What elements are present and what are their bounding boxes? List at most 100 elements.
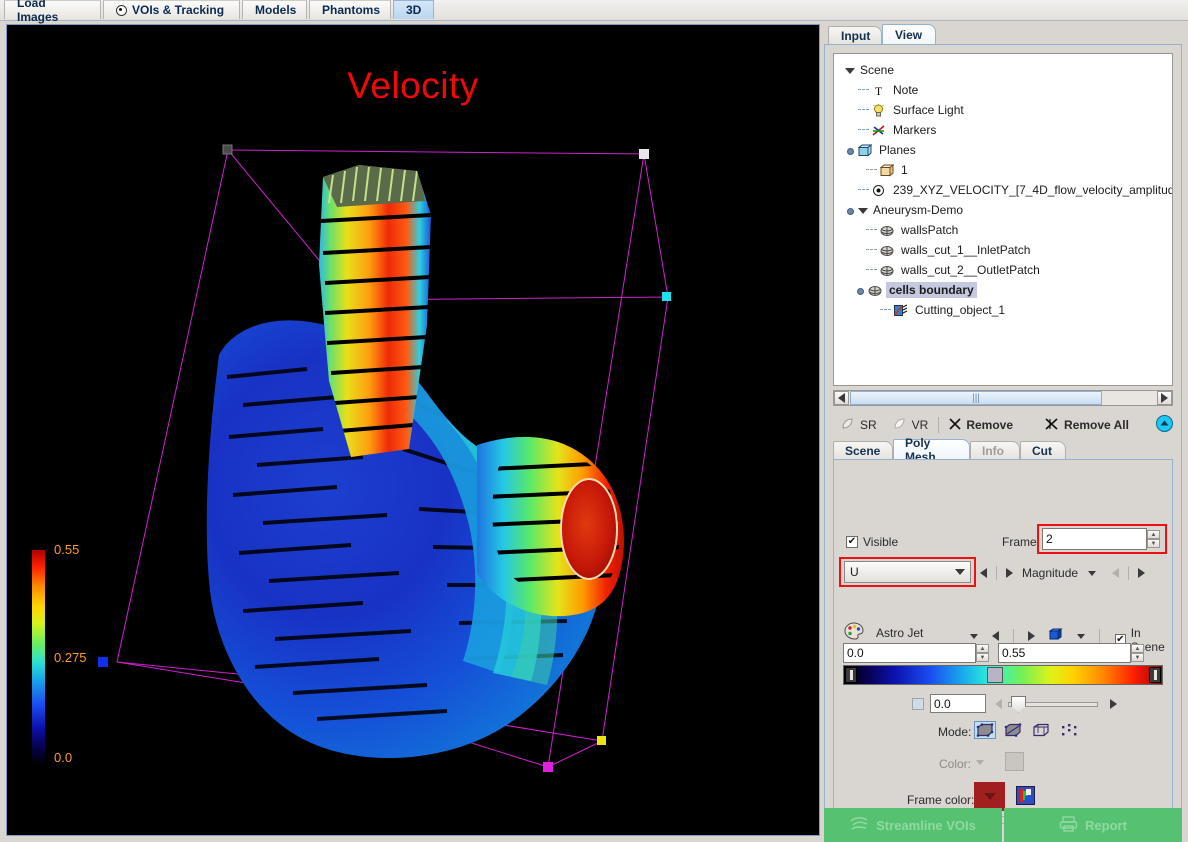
report-button[interactable]: Report [1004, 808, 1182, 842]
tree-item-note[interactable]: T Note [840, 80, 1172, 100]
frame-color-swatch-button[interactable] [974, 782, 1005, 811]
range-min-down-icon[interactable]: ▼ [976, 653, 989, 662]
sr-button[interactable]: SR [833, 415, 885, 435]
palette-icon[interactable] [844, 622, 864, 643]
streamline-vois-button[interactable]: Streamline VOIs [824, 808, 1002, 842]
chevron-down-icon[interactable] [844, 65, 855, 76]
colormap-prev-arrow-icon[interactable] [992, 631, 999, 641]
opacity-slider[interactable] [1008, 695, 1098, 713]
chevron-down-icon[interactable] [1088, 570, 1097, 576]
frame-spin-up-icon[interactable]: ▲ [1147, 530, 1160, 539]
tab-info[interactable]: Info [970, 441, 1020, 459]
colormap-controls[interactable] [970, 628, 1100, 644]
wireframe-icon[interactable] [1030, 721, 1052, 739]
tree-item-markers[interactable]: Markers [840, 120, 1172, 140]
color-swatch [1005, 752, 1024, 771]
tree-item-velocity-volume[interactable]: 239_XYZ_VELOCITY_[7_4D_flow_velocity_amp… [840, 180, 1172, 200]
remove-button[interactable]: Remove [941, 415, 1021, 435]
surface-lines-icon[interactable] [1002, 721, 1024, 739]
tree-item-inletpatch[interactable]: walls_cut_1__InletPatch [840, 240, 1172, 260]
colormap-next-arrow-icon[interactable] [1028, 631, 1035, 641]
frame-color-picker-button[interactable] [1016, 786, 1035, 808]
colormap-gradient-bar[interactable] [843, 665, 1163, 685]
colormap-dropdown-icon[interactable] [970, 633, 978, 639]
range-max-input[interactable]: 0.55 [998, 643, 1131, 663]
chevron-down-icon[interactable] [857, 205, 868, 216]
points-icon[interactable] [1058, 721, 1080, 739]
opacity-next-arrow-icon[interactable] [1110, 698, 1117, 709]
field-select[interactable]: U [844, 561, 971, 583]
range-max-down-icon[interactable]: ▼ [1131, 653, 1144, 662]
frame-label-wrap: Frame: [1002, 535, 1040, 549]
range-min-spinner-buttons[interactable]: ▲ ▼ [976, 644, 989, 662]
field-next-arrow-icon[interactable] [1006, 568, 1013, 578]
tab-3d-label: 3D [406, 2, 422, 17]
range-min-spinner[interactable]: 0.0 ▲ ▼ [843, 643, 989, 663]
tree-item-cells-boundary[interactable]: cells boundary [840, 280, 1172, 300]
colormap-max-handle[interactable] [1149, 667, 1161, 683]
visible-checkbox[interactable]: ✔ [846, 536, 858, 548]
tree-item-outletpatch[interactable]: walls_cut_2__OutletPatch [840, 260, 1172, 280]
range-max-spinner-buttons[interactable]: ▲ ▼ [1131, 644, 1144, 662]
outlet-tube [477, 436, 624, 617]
opacity-input[interactable]: 0.0 [930, 694, 986, 713]
scrollbar-thumb[interactable]: ||| [850, 391, 1102, 405]
frame-spinner[interactable]: 2 ▲ ▼ [1042, 528, 1160, 550]
tree-item-scene[interactable]: Scene [840, 60, 1172, 80]
range-min-up-icon[interactable]: ▲ [976, 644, 989, 653]
range-min-input[interactable]: 0.0 [843, 643, 976, 663]
tab-phantoms[interactable]: Phantoms [309, 0, 391, 19]
component-select-row[interactable]: Magnitude [1022, 566, 1097, 580]
expand-knob-icon[interactable] [854, 285, 865, 296]
visible-checkbox-row[interactable]: ✔ Visible [846, 535, 898, 549]
colormap-extra-dropdown-icon[interactable] [1077, 633, 1085, 639]
tree-item-planes[interactable]: Planes [840, 140, 1172, 160]
vr-button[interactable]: VR [885, 415, 937, 435]
colormap-cube-icon[interactable] [1048, 628, 1063, 644]
tab-input[interactable]: Input [828, 26, 882, 44]
tab-vois-tracking[interactable]: VOIs & Tracking [103, 0, 240, 19]
scroll-left-arrow-icon[interactable] [834, 391, 849, 405]
colormap-min-handle[interactable] [845, 667, 857, 683]
opacity-checkbox[interactable] [912, 697, 924, 710]
opacity-row[interactable]: 0.0 [912, 694, 1117, 713]
remove-all-button[interactable]: Remove All [1037, 415, 1137, 435]
tree-item-plane-1[interactable]: 1 [840, 160, 1172, 180]
opacity-slider-knob[interactable] [1011, 695, 1026, 713]
tab-models[interactable]: Models [242, 0, 307, 19]
mode-button-group[interactable] [974, 721, 1080, 739]
tab-poly-mesh[interactable]: Poly Mesh [893, 436, 970, 464]
tab-view[interactable]: View [882, 24, 936, 44]
scroll-right-arrow-icon[interactable] [1157, 391, 1172, 405]
view-panel-body: Scene T Note Surface Light Markers Plane… [824, 44, 1182, 824]
field-prev-arrow-icon[interactable] [980, 568, 987, 578]
tree-horizontal-scrollbar[interactable]: ||| [833, 390, 1173, 406]
tab-3d[interactable]: 3D [393, 0, 434, 19]
tab-scene[interactable]: Scene [833, 441, 893, 459]
component-step-controls[interactable] [1112, 566, 1145, 580]
tree-item-cutting-object-1[interactable]: Cutting_object_1 [840, 300, 1172, 320]
colormap-row[interactable]: Astro Jet [844, 622, 923, 643]
tree-item-surface-light[interactable]: Surface Light [840, 100, 1172, 120]
tree-item-velocity-volume-label: 239_XYZ_VELOCITY_[7_4D_flow_velocity_amp… [893, 183, 1173, 197]
tree-item-wallspatch[interactable]: wallsPatch [840, 220, 1172, 240]
collapse-panel-button[interactable] [1156, 415, 1173, 435]
frame-spinner-buttons[interactable]: ▲ ▼ [1147, 530, 1160, 548]
frame-input[interactable]: 2 [1042, 528, 1147, 550]
range-max-up-icon[interactable]: ▲ [1131, 644, 1144, 653]
colormap-mid-handle[interactable] [987, 667, 1003, 683]
expand-knob-icon[interactable] [844, 205, 855, 216]
tree-item-markers-label: Markers [893, 123, 937, 137]
tab-cut[interactable]: Cut [1020, 441, 1066, 459]
tree-item-aneurysm-demo[interactable]: Aneurysm-Demo [840, 200, 1172, 220]
tree-item-wallspatch-label: wallsPatch [901, 223, 959, 237]
scene-tree[interactable]: Scene T Note Surface Light Markers Plane… [833, 53, 1173, 386]
field-step-controls[interactable] [980, 566, 1013, 580]
range-max-spinner[interactable]: 0.55 ▲ ▼ [998, 643, 1144, 663]
3d-viewport[interactable]: Velocity 0.55 0.275 0.0 [6, 24, 820, 836]
surface-shaded-icon[interactable] [974, 721, 996, 739]
expand-knob-icon[interactable] [844, 145, 855, 156]
tab-load-images[interactable]: Load Images [4, 0, 101, 24]
frame-spin-down-icon[interactable]: ▼ [1147, 539, 1160, 548]
component-next-arrow-icon[interactable] [1138, 568, 1145, 578]
